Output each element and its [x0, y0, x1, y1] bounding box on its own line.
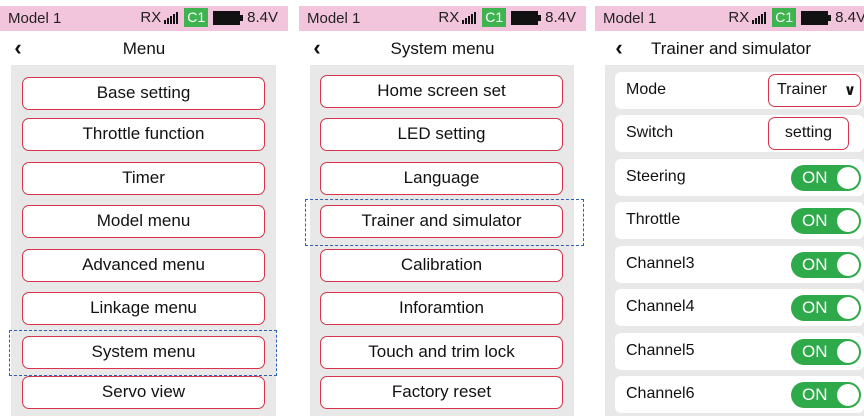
- channel-badge: C1: [184, 8, 209, 27]
- signal-icon: [462, 11, 477, 24]
- menu-item-calibration[interactable]: Calibration: [320, 249, 563, 282]
- menu-item-home-screen-set[interactable]: Home screen set: [320, 75, 563, 108]
- status-bar: Model 1 RX C1 8.4V: [299, 6, 586, 31]
- voltage-value: 8.4V: [835, 9, 864, 26]
- trainer-settings-panel: Mode Trainer ∨ Switch setting Steering O…: [605, 65, 864, 416]
- title-bar: ‹ System menu: [299, 34, 586, 64]
- status-indicators: RX C1 8.4V: [728, 8, 864, 27]
- menu-item-system-menu[interactable]: System menu: [22, 336, 265, 369]
- status-indicators: RX C1 8.4V: [438, 8, 576, 27]
- status-bar: Model 1 RX C1 8.4V: [0, 6, 288, 31]
- menu-item-model-menu[interactable]: Model menu: [22, 205, 265, 238]
- channel4-toggle[interactable]: ON: [791, 295, 861, 321]
- system-menu-screen: Model 1 RX C1 8.4V ‹ System menu Home sc…: [299, 0, 586, 416]
- channel-label: Channel4: [626, 298, 695, 315]
- menu-item-led-setting[interactable]: LED setting: [320, 118, 563, 151]
- page-title: Trainer and simulator: [651, 39, 811, 58]
- mode-value: Trainer: [777, 81, 828, 98]
- signal-icon: [752, 11, 767, 24]
- menu-item-language[interactable]: Language: [320, 162, 563, 195]
- system-menu-list: Home screen set LED setting Language Tra…: [305, 65, 584, 416]
- channel-row-channel5: Channel5 ON: [615, 333, 864, 370]
- channel-row-throttle: Throttle ON: [615, 202, 864, 239]
- menu-item-throttle-function[interactable]: Throttle function: [22, 118, 265, 151]
- toggle-knob: [837, 167, 859, 189]
- battery-icon: [801, 10, 832, 25]
- toggle-state: ON: [802, 168, 828, 187]
- channel-label: Steering: [626, 168, 686, 185]
- menu-item-factory-reset[interactable]: Factory reset: [320, 376, 563, 409]
- title-bar: ‹ Trainer and simulator: [595, 34, 864, 64]
- page-title: System menu: [390, 39, 495, 58]
- toggle-knob: [837, 384, 859, 406]
- channel-badge: C1: [772, 8, 797, 27]
- mode-label: Mode: [626, 81, 667, 98]
- menu-item-touch-and-trim-lock[interactable]: Touch and trim lock: [320, 336, 563, 369]
- rx-label: RX: [438, 9, 460, 26]
- channel-label: Channel6: [626, 385, 695, 402]
- channel5-toggle[interactable]: ON: [791, 339, 861, 365]
- channel-badge: C1: [482, 8, 507, 27]
- rx-label: RX: [140, 9, 162, 26]
- switch-label: Switch: [626, 124, 674, 141]
- toggle-knob: [837, 341, 859, 363]
- status-indicators: RX C1 8.4V: [140, 8, 278, 27]
- channel3-toggle[interactable]: ON: [791, 252, 861, 278]
- switch-setting-button[interactable]: setting: [768, 117, 849, 150]
- battery-icon: [511, 10, 542, 25]
- channel6-toggle[interactable]: ON: [791, 382, 861, 408]
- channel-row-steering: Steering ON: [615, 159, 864, 196]
- steering-toggle[interactable]: ON: [791, 165, 861, 191]
- trainer-simulator-screen: Model 1 RX C1 8.4V ‹ Trainer and simulat…: [595, 0, 864, 416]
- menu-item-trainer-and-simulator[interactable]: Trainer and simulator: [320, 205, 563, 238]
- menu-item-information[interactable]: Inforamtion: [320, 292, 563, 325]
- model-name: Model 1: [307, 10, 361, 27]
- page-title: Menu: [122, 39, 166, 58]
- channel-row-channel3: Channel3 ON: [615, 246, 864, 283]
- toggle-knob: [837, 254, 859, 276]
- battery-icon: [213, 10, 244, 25]
- mode-dropdown[interactable]: Trainer ∨: [768, 74, 861, 107]
- chevron-down-icon: ∨: [843, 82, 856, 99]
- channel-row-channel4: Channel4 ON: [615, 289, 864, 326]
- rx-label: RX: [728, 9, 750, 26]
- menu-item-advanced-menu[interactable]: Advanced menu: [22, 249, 265, 282]
- mode-row: Mode Trainer ∨: [615, 72, 864, 109]
- voltage-value: 8.4V: [545, 9, 576, 26]
- menu-list: Base setting Throttle function Timer Mod…: [9, 65, 277, 416]
- menu-item-timer[interactable]: Timer: [22, 162, 265, 195]
- model-name: Model 1: [603, 10, 657, 27]
- toggle-state: ON: [802, 298, 828, 317]
- toggle-state: ON: [802, 385, 828, 404]
- voltage-value: 8.4V: [247, 9, 278, 26]
- menu-item-servo-view[interactable]: Servo view: [22, 376, 265, 409]
- switch-row: Switch setting: [615, 115, 864, 152]
- channel-label: Channel5: [626, 342, 695, 359]
- toggle-knob: [837, 297, 859, 319]
- model-name: Model 1: [8, 10, 62, 27]
- menu-screen: Model 1 RX C1 8.4V ‹ Menu Base setting T…: [0, 0, 288, 416]
- toggle-knob: [837, 210, 859, 232]
- channel-label: Throttle: [626, 211, 681, 228]
- toggle-state: ON: [802, 342, 828, 361]
- toggle-state: ON: [802, 255, 828, 274]
- menu-item-linkage-menu[interactable]: Linkage menu: [22, 292, 265, 325]
- channel-label: Channel3: [626, 255, 695, 272]
- throttle-toggle[interactable]: ON: [791, 208, 861, 234]
- menu-item-base-setting[interactable]: Base setting: [22, 77, 265, 110]
- title-bar: ‹ Menu: [0, 34, 288, 64]
- channel-row-channel6: Channel6 ON: [615, 376, 864, 413]
- signal-icon: [164, 11, 179, 24]
- toggle-state: ON: [802, 211, 828, 230]
- status-bar: Model 1 RX C1 8.4V: [595, 6, 864, 31]
